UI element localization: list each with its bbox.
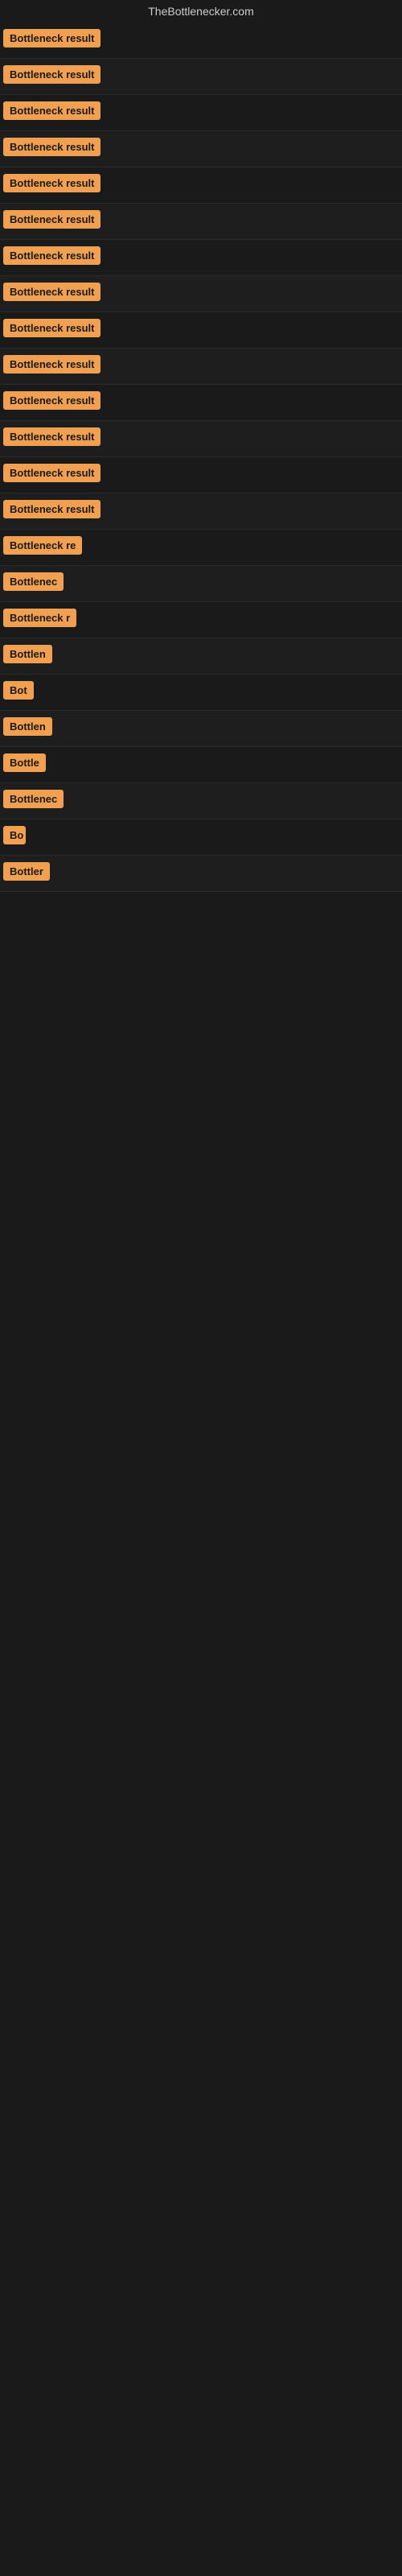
bottleneck-result-badge[interactable]: Bottleneck result: [3, 464, 100, 482]
result-row: Bottlenec: [0, 566, 402, 602]
bottleneck-result-badge[interactable]: Bottleneck result: [3, 65, 100, 84]
site-title: TheBottlenecker.com: [0, 0, 402, 23]
bottleneck-result-badge[interactable]: Bottleneck r: [3, 609, 76, 627]
bottleneck-result-badge[interactable]: Bottleneck result: [3, 427, 100, 446]
result-row: Bottleneck result: [0, 493, 402, 530]
bottleneck-result-badge[interactable]: Bottlenec: [3, 572, 64, 591]
result-row: Bottlenec: [0, 783, 402, 819]
bottleneck-result-badge[interactable]: Bottleneck re: [3, 536, 82, 555]
result-row: Bo: [0, 819, 402, 856]
result-row: Bottleneck result: [0, 23, 402, 59]
result-row: Bottleneck result: [0, 349, 402, 385]
result-row: Bottleneck result: [0, 59, 402, 95]
result-row: Bottleneck result: [0, 312, 402, 349]
result-row: Bottleneck re: [0, 530, 402, 566]
result-row: Bottlen: [0, 711, 402, 747]
result-row: Bottle: [0, 747, 402, 783]
bottleneck-result-badge[interactable]: Bottleneck result: [3, 29, 100, 47]
bottleneck-result-badge[interactable]: Bottler: [3, 862, 50, 881]
result-row: Bottleneck result: [0, 167, 402, 204]
bottleneck-result-badge[interactable]: Bottleneck result: [3, 283, 100, 301]
bottleneck-result-badge[interactable]: Bottleneck result: [3, 319, 100, 337]
bottleneck-result-badge[interactable]: Bot: [3, 681, 34, 700]
result-row: Bot: [0, 675, 402, 711]
bottleneck-result-badge[interactable]: Bottleneck result: [3, 138, 100, 156]
result-row: Bottleneck result: [0, 95, 402, 131]
result-row: Bottleneck result: [0, 276, 402, 312]
result-row: Bottleneck result: [0, 421, 402, 457]
result-row: Bottleneck r: [0, 602, 402, 638]
bottleneck-result-badge[interactable]: Bo: [3, 826, 26, 844]
bottleneck-result-badge[interactable]: Bottleneck result: [3, 500, 100, 518]
bottleneck-result-badge[interactable]: Bottlenec: [3, 790, 64, 808]
result-row: Bottleneck result: [0, 131, 402, 167]
result-row: Bottleneck result: [0, 204, 402, 240]
bottleneck-result-badge[interactable]: Bottleneck result: [3, 391, 100, 410]
bottleneck-result-badge[interactable]: Bottle: [3, 753, 46, 772]
bottleneck-result-badge[interactable]: Bottlen: [3, 645, 52, 663]
site-title-container: TheBottlenecker.com: [0, 0, 402, 23]
bottleneck-result-badge[interactable]: Bottlen: [3, 717, 52, 736]
bottleneck-result-badge[interactable]: Bottleneck result: [3, 210, 100, 229]
result-row: Bottleneck result: [0, 457, 402, 493]
results-list: Bottleneck result Bottleneck result Bottle…: [0, 23, 402, 892]
result-row: Bottleneck result: [0, 385, 402, 421]
bottleneck-result-badge[interactable]: Bottleneck result: [3, 101, 100, 120]
result-row: Bottleneck result: [0, 240, 402, 276]
result-row: Bottler: [0, 856, 402, 892]
result-row: Bottlen: [0, 638, 402, 675]
bottleneck-result-badge[interactable]: Bottleneck result: [3, 174, 100, 192]
bottleneck-result-badge[interactable]: Bottleneck result: [3, 246, 100, 265]
bottleneck-result-badge[interactable]: Bottleneck result: [3, 355, 100, 374]
